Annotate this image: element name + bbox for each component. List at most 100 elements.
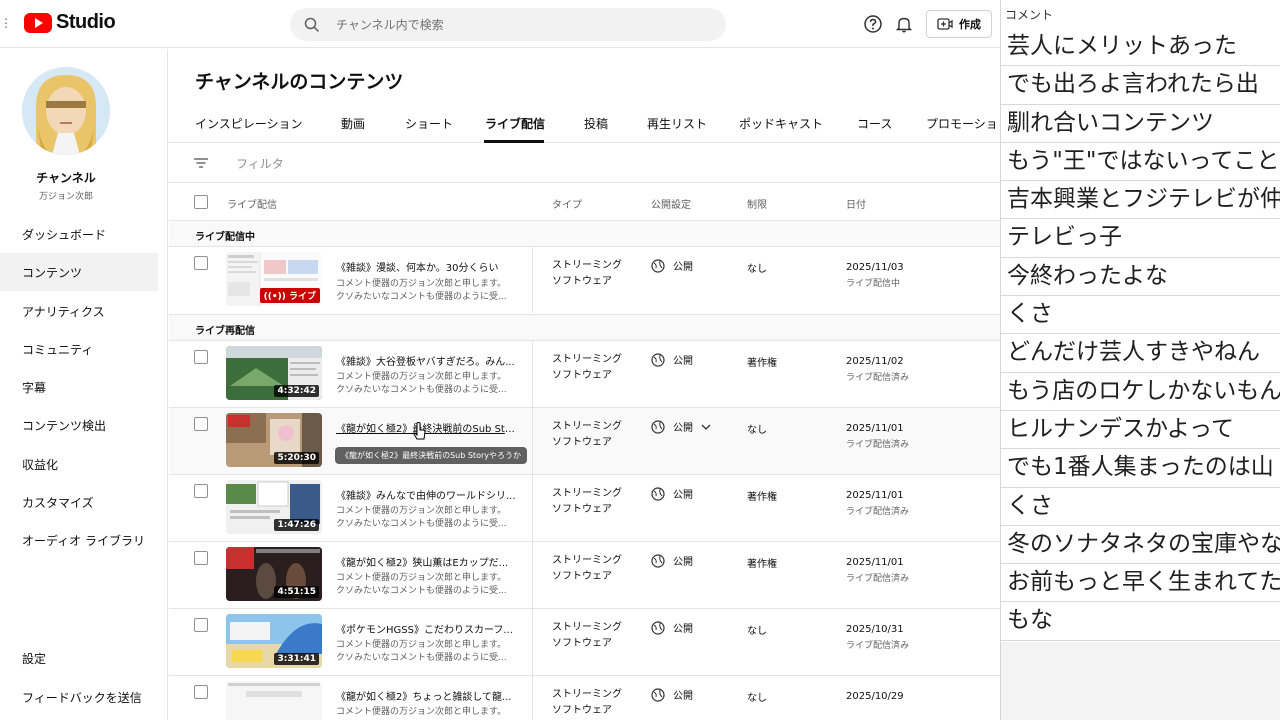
comment-item: 吉本興業とフジテレビが仲 [1001,181,1280,220]
table-row[interactable]: ((•)) ライブ 《雑談》漫談、何本か。30分くらい コメント便器の万ジョン次… [169,247,1000,315]
table-row[interactable]: 4:32:42 《雑談》大谷登板ヤバすぎだろ。みん... コメント便器の万ジョン… [169,341,1000,408]
avatar-illustration [22,67,110,155]
nav-send-feedback[interactable]: フィードバックを送信 [0,678,158,716]
col-header-type[interactable]: タイプ [552,196,582,211]
comment-item: でも1番人集まったのは山 [1001,449,1280,488]
col-header-visibility[interactable]: 公開設定 [651,196,691,211]
nav-community[interactable]: コミュニティ [0,330,158,368]
nav-monetization[interactable]: 収益化 [0,445,158,483]
row-checkbox[interactable] [194,484,208,498]
video-title[interactable]: 《龍が如く極2》狭山薫はEカップだ... [336,554,518,569]
video-thumbnail[interactable]: ((•)) ライブ [226,252,322,306]
col-header-restrictions[interactable]: 制限 [747,196,767,211]
row-checkbox[interactable] [194,417,208,431]
tab-promotions[interactable]: プロモーショ [926,115,998,132]
search-bar[interactable] [290,8,726,41]
studio-logo[interactable]: Studio [24,11,116,34]
row-checkbox[interactable] [194,551,208,565]
type-line1: ストリーミング [552,421,622,432]
table-row[interactable]: 5:20:30 《龍が如く極2》最終決戦前のSub Sto... 《龍が如く極2… [169,408,1000,475]
visibility-cell[interactable]: 公開 [651,258,693,273]
search-input[interactable] [336,17,696,32]
help-icon[interactable] [863,14,883,34]
nav-content-detection[interactable]: コンテンツ検出 [0,406,158,444]
comment-item: ヒルナンデスかよって [1001,411,1280,450]
video-title[interactable]: 《龍が如く極2》最終決戦前のSub Sto... [336,420,518,435]
create-button[interactable]: 作成 [926,10,992,38]
tab-playlists[interactable]: 再生リスト [647,115,707,132]
globe-icon [651,258,665,273]
video-thumbnail[interactable]: 3:31:41 [226,614,322,668]
channel-avatar[interactable] [22,67,110,155]
visibility-cell[interactable]: 公開 [651,486,693,501]
page-title: チャンネルのコンテンツ [195,71,404,93]
nav-content[interactable]: コンテンツ [0,253,158,291]
video-title[interactable]: 《龍が如く極2》ちょっと雑談して龍... [336,688,518,703]
col-header-video[interactable]: ライブ配信 [227,196,277,211]
table-row[interactable]: 《龍が如く極2》ちょっと雑談して龍... コメント便器の万ジョン次郎と申します。… [169,676,1000,720]
date-cell: 2025/10/31 ライブ配信済み [846,622,909,654]
visibility-cell[interactable]: 公開 [651,687,693,702]
type-line1: ストリーミング [552,555,622,566]
video-title[interactable]: 《雑談》漫談、何本か。30分くらい [336,259,518,274]
visibility-cell[interactable]: 公開 [651,352,693,367]
filter-bar[interactable]: フィルタ [169,143,1000,183]
video-description-line1: コメント便器の万ジョン次郎と申します。 [336,372,507,382]
table-row[interactable]: 4:51:15 《龍が如く極2》狭山薫はEカップだ... コメント便器の万ジョン… [169,542,1000,609]
globe-icon [651,553,665,568]
globe-icon [651,486,665,501]
visibility-cell[interactable]: 公開 [651,419,711,434]
table-row[interactable]: 1:47:26 《雑談》みんなで由伸のワールドシリ... コメント便器の万ジョン… [169,475,1000,542]
filter-label[interactable]: フィルタ [236,155,284,172]
video-thumbnail[interactable]: 5:20:30 [226,413,322,467]
row-checkbox[interactable] [194,350,208,364]
date-status: ライブ配信中 [846,279,901,289]
nav-subtitles[interactable]: 字幕 [0,368,158,406]
row-checkbox[interactable] [194,685,208,699]
video-title[interactable]: 《雑談》大谷登板ヤバすぎだろ。みん... [336,353,518,368]
visibility-cell[interactable]: 公開 [651,553,693,568]
nav-audio-library[interactable]: オーディオ ライブラリ [0,521,158,559]
col-header-date[interactable]: 日付 [846,196,866,211]
table-row[interactable]: 3:31:41 《ポケモンHGSS》こだわりスカーフ... コメント便器の万ジョ… [169,609,1000,676]
tab-inspiration[interactable]: インスピレーション [195,115,303,132]
chevron-down-icon[interactable] [701,423,711,431]
filter-icon[interactable] [193,156,209,170]
type-line2: ソフトウェア [552,276,612,287]
select-all-checkbox[interactable] [194,195,208,209]
nav-settings[interactable]: 設定 [0,639,158,677]
video-title[interactable]: 《ポケモンHGSS》こだわりスカーフ... [336,621,518,636]
duration-badge: 1:47:26 [274,519,319,531]
video-thumbnail[interactable]: 4:32:42 [226,346,322,400]
tab-posts[interactable]: 投稿 [584,115,608,132]
video-title[interactable]: 《雑談》みんなで由伸のワールドシリ... [336,487,518,502]
video-thumbnail[interactable] [226,681,322,720]
date-cell: 2025/11/01 ライブ配信済み [846,488,909,520]
comment-item: くさ [1001,488,1280,526]
row-checkbox[interactable] [194,618,208,632]
nav-label: カスタマイズ [22,495,94,510]
tab-courses[interactable]: コース [857,115,892,132]
menu-icon[interactable]: ⋮ [0,16,12,30]
restrictions-cell: なし [747,425,767,436]
tab-podcasts[interactable]: ポッドキャスト [739,115,823,132]
type-cell: ストリーミング ソフトウェア [552,258,622,290]
nav-analytics[interactable]: アナリティクス [0,292,158,330]
video-thumbnail[interactable]: 4:51:15 [226,547,322,601]
tab-shorts[interactable]: ショート [405,115,453,132]
tab-live[interactable]: ライブ配信 [485,115,545,132]
notifications-bell-icon[interactable] [894,14,914,34]
thumbnail-image [226,681,322,720]
nav-label: フィードバックを送信 [22,690,142,705]
type-line2: ソフトウェア [552,504,612,515]
video-thumbnail[interactable]: 1:47:26 [226,480,322,534]
comments-title: コメント [1005,8,1054,22]
comment-item: 冬のソナタネタの宝庫やな [1001,526,1280,565]
nav-dashboard[interactable]: ダッシュボード [0,215,158,253]
visibility-cell[interactable]: 公開 [651,620,693,635]
nav-customization[interactable]: カスタマイズ [0,483,158,521]
live-badge: ((•)) ライブ [259,288,320,303]
tab-videos[interactable]: 動画 [341,115,365,132]
row-checkbox[interactable] [194,256,208,270]
section-live-now: ライブ配信中 [169,221,1000,247]
